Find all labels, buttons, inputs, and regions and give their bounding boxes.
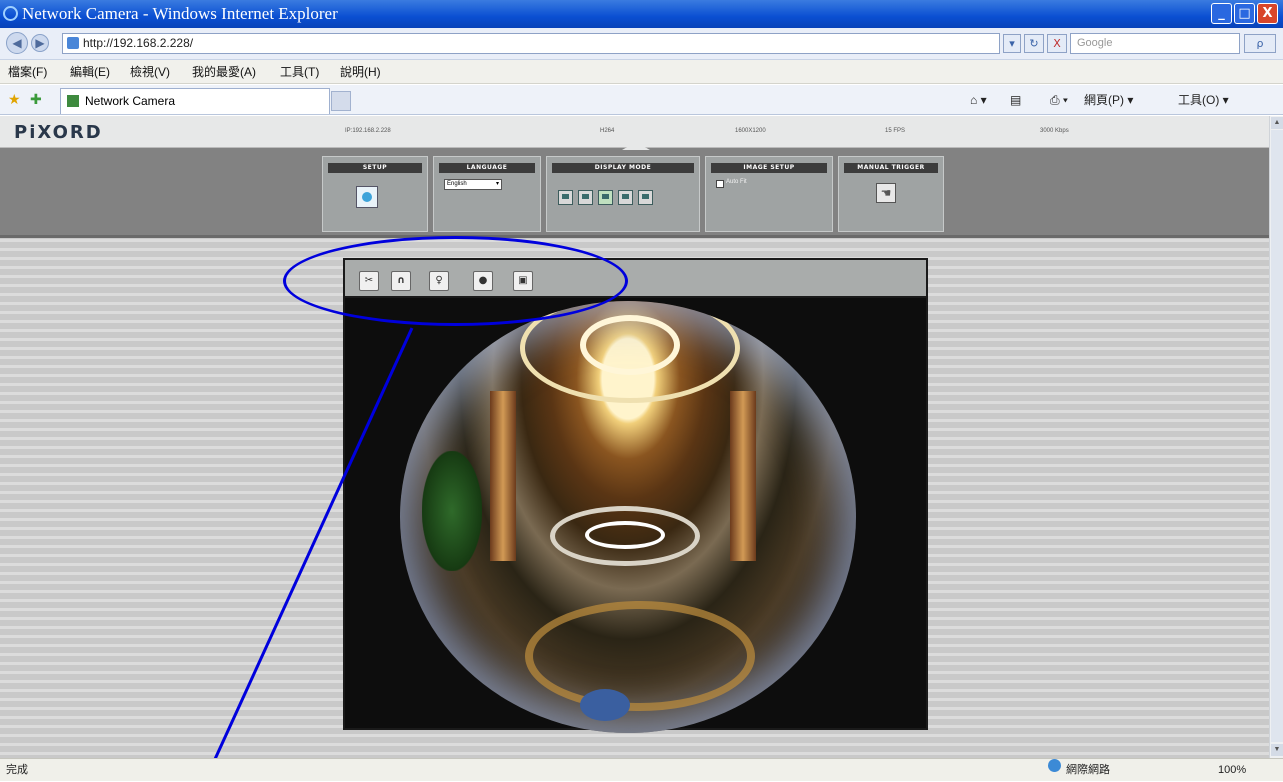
ceiling-ring-inner [580, 315, 680, 375]
print-icon[interactable]: ⎙ ▾ [1050, 91, 1068, 109]
fisheye-video-image [400, 301, 856, 733]
zoom-level[interactable]: 100% [1218, 759, 1246, 782]
menu-view[interactable]: 檢視(V) [130, 60, 170, 84]
search-input[interactable]: Google [1070, 33, 1240, 54]
window-title: Network Camera - Windows Internet Explor… [22, 4, 338, 23]
auto-fit-checkbox[interactable] [716, 180, 724, 188]
video-viewer: ✂ ∩ ♀ ● ▣ [343, 258, 928, 733]
menu-help[interactable]: 說明(H) [340, 60, 381, 84]
chevron-down-icon: ▾ [495, 181, 499, 187]
display-mode-4-icon[interactable] [618, 190, 633, 205]
display-mode-header: DISPLAY MODE [552, 163, 694, 173]
page-content: PiXORD IP:192.168.2.228 H264 1600X1200 1… [0, 116, 1269, 758]
menu-favorites[interactable]: 我的最愛(A) [192, 60, 256, 84]
search-button[interactable]: ρ [1244, 34, 1276, 53]
tab-bar: ★ ✚ Network Camera ⌂ ▾ ▤ ⎙ ▾ 網頁(P) ▾ 工具(… [0, 85, 1283, 115]
minimize-button[interactable]: _ [1211, 3, 1232, 24]
language-header: LANGUAGE [439, 163, 535, 173]
annotation-ellipse [283, 236, 628, 326]
menu-edit[interactable]: 編輯(E) [70, 60, 110, 84]
tab-label: Network Camera [85, 94, 176, 108]
close-button[interactable]: X [1257, 3, 1278, 24]
setup-panel: SETUP [322, 156, 428, 232]
setup-icon[interactable] [356, 186, 378, 208]
manual-trigger-header: MANUAL TRIGGER [844, 163, 938, 173]
manual-trigger-panel: MANUAL TRIGGER ☚ [838, 156, 944, 232]
display-mode-3-icon[interactable] [598, 190, 613, 205]
favorites-star-icon[interactable]: ★ [8, 92, 21, 108]
language-panel: LANGUAGE English ▾ [433, 156, 541, 232]
floor-ring-center [585, 521, 665, 549]
image-setup-panel: IMAGE SETUP Auto Fit [705, 156, 833, 232]
home-icon[interactable]: ⌂ ▾ [970, 91, 987, 109]
language-select[interactable]: English ▾ [444, 179, 502, 190]
display-mode-1-icon[interactable] [558, 190, 573, 205]
zone-text: 網際網路 [1066, 764, 1110, 776]
scroll-down-icon[interactable]: ▼ [1271, 744, 1283, 756]
menu-file[interactable]: 檔案(F) [8, 60, 47, 84]
ie-icon [3, 6, 18, 21]
display-mode-2-icon[interactable] [578, 190, 593, 205]
menu-tools[interactable]: 工具(T) [280, 60, 319, 84]
url-field[interactable]: http://192.168.2.228/ [62, 33, 1000, 54]
menu-bar: 檔案(F) 編輯(E) 檢視(V) 我的最愛(A) 工具(T) 說明(H) [0, 60, 1283, 84]
control-bar: SETUP LANGUAGE English ▾ DISPLAY MODE IM… [0, 142, 1269, 238]
display-mode-5-icon[interactable] [638, 190, 653, 205]
scroll-thumb[interactable] [1271, 130, 1283, 742]
add-favorite-icon[interactable]: ✚ [30, 92, 42, 108]
status-fps: 15 FPS [885, 128, 906, 134]
browser-window: Network Camera - Windows Internet Explor… [0, 0, 1283, 781]
page-menu[interactable]: 網頁(P) ▾ [1084, 91, 1133, 109]
title-bar: Network Camera - Windows Internet Explor… [0, 0, 1283, 28]
tab-network-camera[interactable]: Network Camera [60, 88, 330, 114]
status-bar: 完成 網際網路 100% [0, 758, 1283, 781]
new-tab-button[interactable] [331, 91, 351, 111]
address-bar: ◀ ▶ http://192.168.2.228/ ▾ ↻ X Google ρ [0, 28, 1283, 60]
back-button[interactable]: ◀ [6, 32, 28, 54]
pixord-logo: PiXORD [14, 122, 103, 143]
image-setup-header: IMAGE SETUP [711, 163, 827, 173]
refresh-button[interactable]: ↻ [1024, 34, 1044, 53]
tab-page-icon [67, 95, 79, 107]
display-mode-panel: DISPLAY MODE [546, 156, 700, 232]
status-bitrate: 3000 Kbps [1040, 128, 1069, 134]
pillar-left [490, 391, 516, 561]
auto-fit-label: Auto Fit [726, 179, 747, 185]
setup-header: SETUP [328, 163, 422, 173]
pillar-right [730, 391, 756, 561]
status-ip: IP:192.168.2.228 [345, 128, 391, 134]
floor-reflection [525, 601, 755, 711]
vertical-scrollbar[interactable]: ▲ ▼ [1269, 116, 1283, 758]
plant [422, 451, 482, 571]
tools-menu[interactable]: 工具(O) ▾ [1178, 91, 1229, 109]
feeds-icon[interactable]: ▤ [1010, 91, 1021, 109]
url-text: http://192.168.2.228/ [83, 36, 194, 50]
status-codec: H264 [600, 128, 615, 134]
language-value: English [447, 181, 467, 187]
trigger-hand-icon[interactable]: ☚ [876, 183, 896, 203]
status-resolution: 1600X1200 [735, 128, 766, 134]
address-dropdown-button[interactable]: ▾ [1003, 34, 1021, 53]
forward-button[interactable]: ▶ [31, 34, 49, 52]
maximize-button[interactable]: □ [1234, 3, 1255, 24]
scroll-up-icon[interactable]: ▲ [1271, 117, 1283, 129]
page-icon [67, 37, 79, 49]
stop-button[interactable]: X [1047, 34, 1067, 53]
globe-icon [1048, 759, 1061, 772]
status-text: 完成 [6, 764, 28, 776]
floor-object [580, 689, 630, 721]
